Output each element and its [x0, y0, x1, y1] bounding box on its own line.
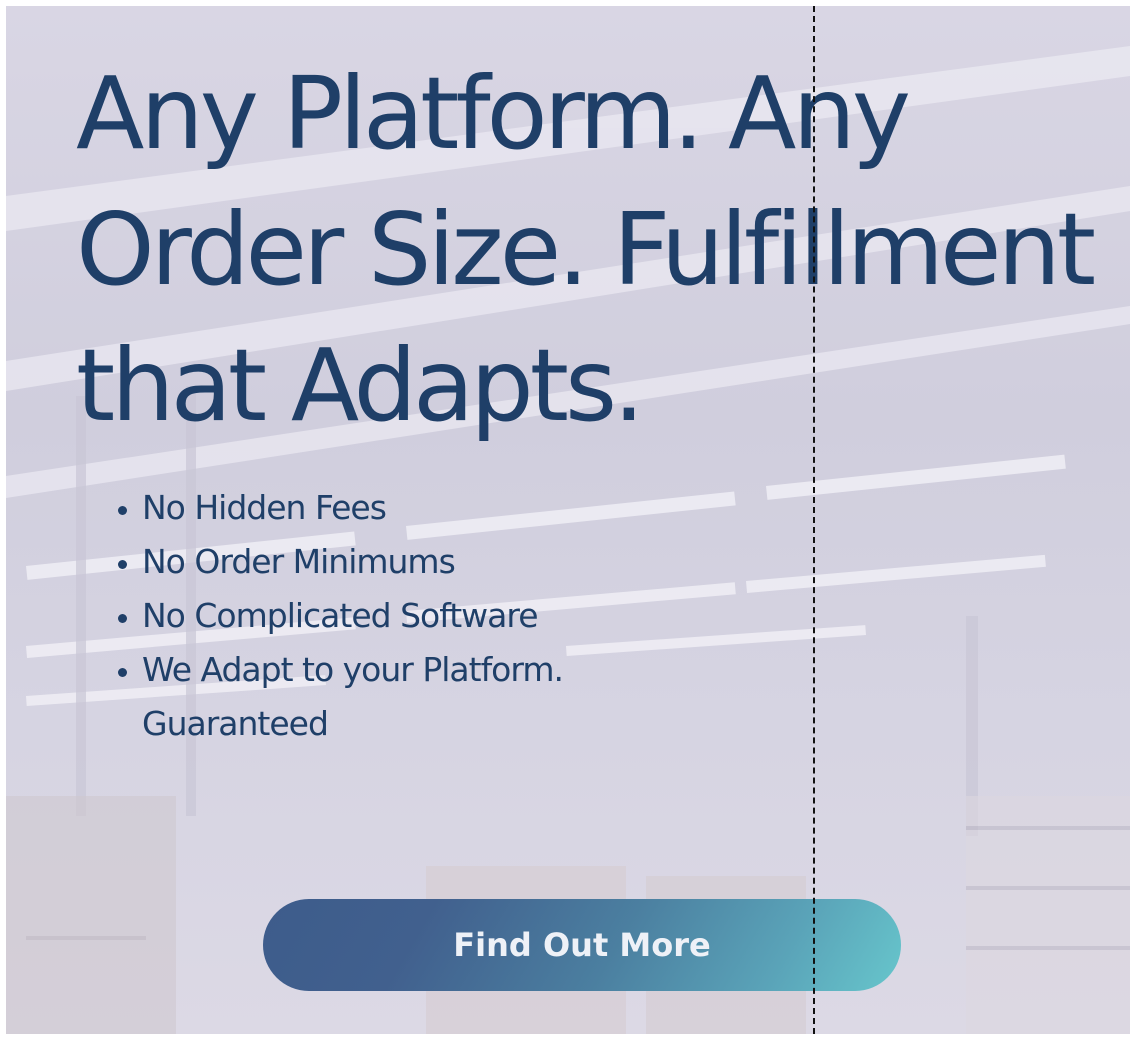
- feature-list: No Hidden Fees No Order Minimums No Comp…: [102, 481, 662, 751]
- dashed-guide-line: [813, 6, 815, 1034]
- find-out-more-label: Find Out More: [453, 926, 711, 964]
- feature-item-adapt-to-platform: We Adapt to your Platform. Guaranteed: [142, 643, 662, 751]
- find-out-more-button[interactable]: Find Out More: [263, 899, 901, 991]
- feature-item-no-order-minimums: No Order Minimums: [142, 535, 662, 589]
- feature-item-no-complicated-software: No Complicated Software: [142, 589, 662, 643]
- hero-section: Any Platform. Any Order Size. Fulfillmen…: [6, 6, 1130, 1034]
- hero-headline: Any Platform. Any Order Size. Fulfillmen…: [76, 55, 1096, 444]
- feature-item-no-hidden-fees: No Hidden Fees: [142, 481, 662, 535]
